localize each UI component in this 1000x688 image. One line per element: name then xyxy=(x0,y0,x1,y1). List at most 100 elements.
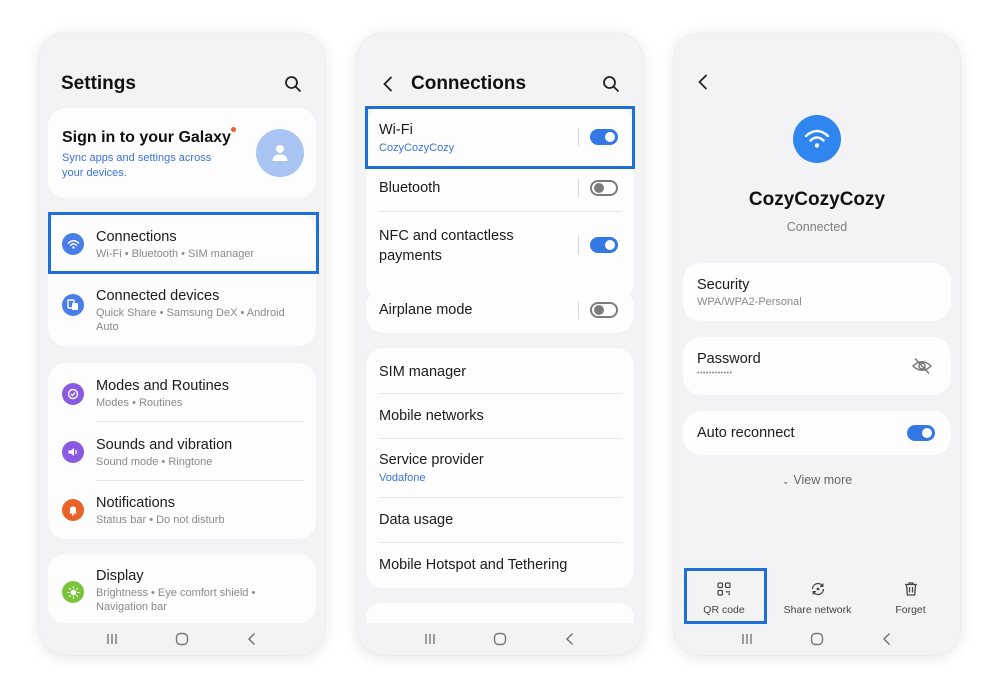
network-status: Connected xyxy=(786,220,848,234)
display-sub2: Navigation bar xyxy=(96,601,167,613)
mobile-networks-row[interactable]: Mobile networks xyxy=(366,394,634,438)
person-icon xyxy=(272,145,288,161)
notifications-sub: Status bar • Do not disturb xyxy=(96,514,225,526)
bluetooth-toggle[interactable] xyxy=(590,180,618,196)
data-usage-label: Data usage xyxy=(379,512,454,528)
qr-code-button[interactable]: QR code xyxy=(674,578,774,628)
galaxy-account-card[interactable]: Sign in to your Galaxy Sync apps and set… xyxy=(48,108,316,198)
hotspot-row[interactable]: Mobile Hotspot and Tethering xyxy=(366,543,634,588)
settings-item-connections[interactable]: Connections Wi-Fi • Bluetooth • SIM mana… xyxy=(48,213,316,273)
forget-button[interactable]: Forget xyxy=(861,578,960,628)
separator xyxy=(578,301,579,319)
page-title: Connections xyxy=(411,73,527,94)
service-provider-row[interactable]: Service provider Vodafone xyxy=(366,439,634,497)
wifi-row[interactable]: Wi-Fi CozyCozyCozy xyxy=(366,108,634,166)
password-card[interactable]: Password •••••••••••• xyxy=(683,337,951,395)
search-icon[interactable] xyxy=(601,74,621,94)
view-more-link[interactable]: ⌄ View more xyxy=(674,473,960,487)
recents-icon[interactable] xyxy=(422,631,438,647)
trash-icon xyxy=(904,582,917,596)
wifi-icon xyxy=(62,233,84,255)
recents-icon[interactable] xyxy=(104,631,120,647)
galaxy-title: Sign in to your Galaxy xyxy=(62,129,231,146)
nfc-label-line2: payments xyxy=(379,248,442,264)
modes-sub: Modes • Routines xyxy=(96,397,183,409)
sun-icon xyxy=(62,581,84,603)
network-name: CozyCozyCozy xyxy=(748,189,886,210)
galaxy-subtitle-line1: Sync apps and settings across xyxy=(62,152,212,164)
wifi-toggle[interactable] xyxy=(590,129,618,145)
data-usage-row[interactable]: Data usage xyxy=(366,498,634,542)
network-detail-screen: CozyCozyCozy Connected Security WPA/WPA2… xyxy=(674,33,960,655)
share-network-icon xyxy=(811,582,824,596)
display-label: Display xyxy=(96,568,144,584)
password-value: •••••••••••• xyxy=(697,370,733,377)
connections-screen: Connections Wi-Fi CozyCozyCozy Bluetooth… xyxy=(357,33,643,655)
bluetooth-row[interactable]: Bluetooth xyxy=(366,166,634,210)
connections-label: Connections xyxy=(96,229,177,245)
chevron-down-icon: ⌄ xyxy=(781,476,790,486)
back-icon[interactable] xyxy=(694,73,712,91)
galaxy-subtitle-line2: your devices. xyxy=(62,167,127,179)
qr-code-label: QR code xyxy=(703,604,745,616)
devices-icon xyxy=(62,294,84,316)
nfc-toggle[interactable] xyxy=(590,237,618,253)
notification-dot xyxy=(231,127,236,132)
settings-screen: Settings Sign in to your Galaxy Sync app… xyxy=(39,33,325,655)
nav-bar xyxy=(357,623,643,655)
home-icon[interactable] xyxy=(492,631,508,647)
nfc-row[interactable]: NFC and contactless payments xyxy=(366,212,634,300)
password-label: Password xyxy=(697,351,761,367)
service-provider-label: Service provider xyxy=(379,452,484,468)
security-card[interactable]: Security WPA/WPA2-Personal xyxy=(683,263,951,321)
settings-item-display[interactable]: Display Brightness • Eye comfort shield … xyxy=(48,554,316,624)
settings-header: Settings xyxy=(61,69,307,99)
display-group: Display Brightness • Eye comfort shield … xyxy=(48,554,316,624)
avatar[interactable] xyxy=(256,129,304,177)
volume-icon xyxy=(62,441,84,463)
galaxy-subtitle: Sync apps and settings across your devic… xyxy=(62,151,211,181)
settings-item-sounds[interactable]: Sounds and vibration Sound mode • Ringto… xyxy=(48,422,316,480)
airplane-toggle[interactable] xyxy=(590,302,618,318)
auto-reconnect-toggle[interactable] xyxy=(907,425,935,441)
qr-code-icon xyxy=(717,582,731,596)
sim-manager-row[interactable]: SIM manager xyxy=(366,348,634,393)
connected-devices-sub: Quick Share • Samsung DeX • Android xyxy=(96,307,285,319)
connections-group: Connections Wi-Fi • Bluetooth • SIM mana… xyxy=(48,213,316,346)
share-network-label: Share network xyxy=(783,604,852,616)
nav-bar xyxy=(674,623,960,655)
wireless-group: Wi-Fi CozyCozyCozy Bluetooth NFC and con… xyxy=(366,108,634,301)
nav-bar xyxy=(39,623,325,655)
airplane-label: Airplane mode xyxy=(379,302,473,318)
wifi-network-name: CozyCozyCozy xyxy=(379,142,455,154)
wifi-label: Wi-Fi xyxy=(379,122,413,138)
back-icon[interactable] xyxy=(379,75,397,93)
home-icon[interactable] xyxy=(174,631,190,647)
page-title: Settings xyxy=(61,73,136,94)
settings-item-notifications[interactable]: Notifications Status bar • Do not distur… xyxy=(48,481,316,539)
search-icon[interactable] xyxy=(283,74,303,94)
share-network-button[interactable]: Share network xyxy=(774,578,861,628)
view-more-label: View more xyxy=(793,473,853,487)
airplane-row[interactable]: Airplane mode xyxy=(366,288,634,333)
hotspot-label: Mobile Hotspot and Tethering xyxy=(379,557,568,573)
back-nav-icon[interactable] xyxy=(562,631,578,647)
settings-item-modes[interactable]: Modes and Routines Modes • Routines xyxy=(48,363,316,421)
sounds-label: Sounds and vibration xyxy=(96,437,233,453)
notifications-label: Notifications xyxy=(96,495,175,511)
eye-hidden-icon[interactable] xyxy=(911,356,933,376)
back-nav-icon[interactable] xyxy=(879,631,895,647)
auto-reconnect-label: Auto reconnect xyxy=(697,425,795,441)
bell-icon xyxy=(62,499,84,521)
wifi-large-icon xyxy=(793,115,841,163)
back-nav-icon[interactable] xyxy=(244,631,260,647)
connections-sub: Wi-Fi • Bluetooth • SIM manager xyxy=(96,248,255,260)
auto-reconnect-card[interactable]: Auto reconnect xyxy=(683,411,951,455)
home-icon[interactable] xyxy=(809,631,825,647)
modes-label: Modes and Routines xyxy=(96,378,229,394)
recents-icon[interactable] xyxy=(739,631,755,647)
network-settings-group: SIM manager Mobile networks Service prov… xyxy=(366,348,634,588)
security-value: WPA/WPA2-Personal xyxy=(697,296,802,308)
settings-item-connected-devices[interactable]: Connected devices Quick Share • Samsung … xyxy=(48,275,316,345)
action-bar: QR code Share network Forget xyxy=(674,578,960,628)
